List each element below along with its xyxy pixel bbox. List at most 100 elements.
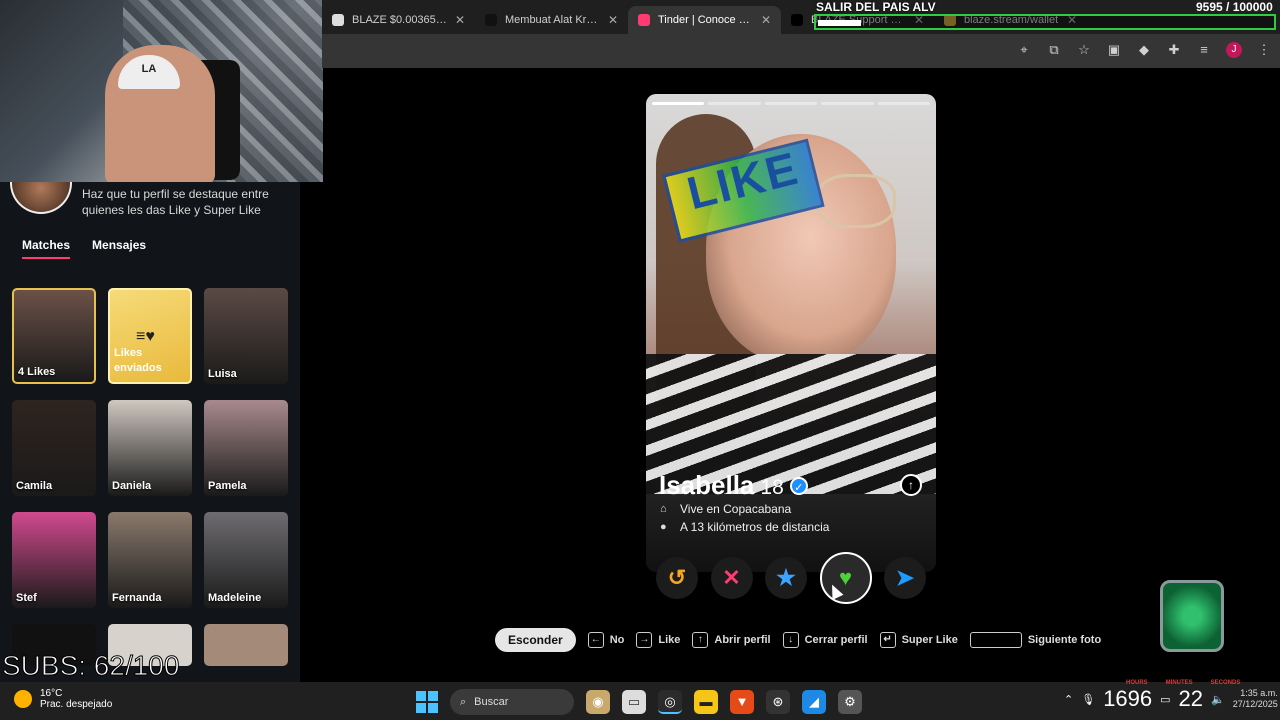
verified-badge-icon: ✓ [789, 476, 808, 495]
app-icon[interactable]: ⊛ [766, 690, 790, 714]
location-icon[interactable]: ⌖ [1016, 42, 1032, 58]
close-icon[interactable]: ✕ [608, 13, 618, 27]
hint-no: No [609, 634, 625, 646]
tinder-sidebar: Haz que tu perfil se destaque entre quie… [0, 182, 300, 682]
location-pin-icon: ● [660, 521, 667, 533]
weather-temp: 16°C [40, 688, 63, 699]
photo-progress-segment[interactable] [652, 102, 705, 105]
profile-card[interactable]: LIKE Isabella 18 ✓ ↑ ⌂ Vive en Copacaban… [646, 94, 936, 572]
coin-jar-overlay [1160, 580, 1224, 652]
brave-icon[interactable]: ▼ [730, 690, 754, 714]
match-name: Fernanda [112, 592, 162, 604]
widget-app-icon[interactable]: ◉ [586, 690, 610, 714]
extension-icon[interactable]: ▣ [1106, 42, 1122, 58]
browser-tab[interactable]: Tinder | Conoce amigo ✕ [628, 6, 781, 34]
label-minutes: MINUTES [1165, 680, 1193, 686]
browser-toolbar: ⌖ ⧉ ☆ ▣ ◆ ✚ ≡ J ⋮ [322, 34, 1280, 68]
match-card[interactable] [204, 624, 288, 666]
bookmark-star-icon[interactable]: ☆ [1076, 42, 1092, 58]
browser-tab[interactable]: BLAZE $0.003650 - BL ✕ [322, 6, 475, 34]
keyboard-hints: Esconder ← No → Like ↑ Abrir perfil ↓ Cerrar… [495, 628, 1101, 652]
goal-progress-bar [814, 14, 1276, 30]
photo-progress-segment[interactable] [877, 102, 931, 105]
tab-matches[interactable]: Matches [22, 238, 71, 259]
likes-card[interactable]: 4 Likes [12, 288, 96, 384]
browser-tab[interactable]: Membuat Alat Kreatif ✕ [475, 6, 628, 34]
task-view-icon[interactable]: ▭ [622, 690, 646, 714]
tiktok-icon [485, 14, 497, 26]
goal-title: SALIR DEL PAIS ALV [816, 0, 936, 14]
wallet-extension-icon[interactable]: ◆ [1136, 42, 1152, 58]
rewind-icon: ↺ [667, 565, 687, 590]
match-card[interactable]: Daniela [108, 400, 192, 496]
photo-progress-segment[interactable] [821, 102, 874, 105]
nope-icon: ✕ [722, 565, 741, 590]
weather-desc: Prac. despejado [40, 699, 113, 710]
right-key-icon: → [636, 632, 653, 648]
match-name: Stef [16, 592, 37, 604]
boost-button[interactable]: ➤ [884, 557, 926, 599]
hint-super: Super Like [901, 634, 958, 646]
weather-widget[interactable]: 16°C Prac. despejado [14, 688, 112, 710]
match-name: Camila [16, 480, 53, 492]
subs-counter: SUBS: 62/100 [1, 650, 180, 682]
match-name: Daniela [112, 480, 152, 492]
tab-title: Tinder | Conoce amigo [658, 14, 753, 26]
profile-distance-text: A 13 kilómetros de distancia [680, 520, 830, 534]
close-icon[interactable]: ✕ [455, 13, 465, 27]
tinder-icon [638, 14, 650, 26]
nope-button[interactable]: ✕ [710, 557, 753, 599]
chevron-up-icon[interactable]: ⌃ [1064, 693, 1073, 706]
cast-icon[interactable]: ⧉ [1046, 42, 1062, 58]
match-card[interactable]: Stef [12, 512, 96, 608]
overlay-number-1: 1696 [1103, 686, 1153, 711]
match-card[interactable]: Pamela [204, 400, 288, 496]
profile-distance: ● A 13 kilómetros de distancia [660, 520, 829, 534]
weather-icon [14, 690, 32, 708]
taskbar-search[interactable]: ⌕ Buscar [450, 689, 574, 715]
hint-like: Like [658, 634, 681, 646]
promo-avatar[interactable] [10, 182, 72, 214]
match-name: Pamela [208, 480, 247, 492]
close-icon[interactable]: ✕ [761, 13, 771, 27]
menu-icon[interactable]: ⋮ [1256, 42, 1272, 58]
media-icon[interactable]: ≡ [1196, 42, 1212, 58]
volume-icon[interactable]: 🔈 [1211, 693, 1225, 706]
match-card[interactable]: Fernanda [108, 512, 192, 608]
network-icon[interactable]: ▭ [1160, 693, 1170, 706]
mic-icon[interactable]: 🎙 [1081, 693, 1095, 706]
open-profile-button[interactable]: ↑ [900, 474, 922, 496]
settings-icon[interactable]: ⚙ [838, 690, 862, 714]
like-button[interactable]: ♥ [819, 552, 872, 604]
blaze-icon [332, 14, 344, 26]
tab-messages[interactable]: Mensajes [92, 238, 146, 259]
system-tray: ⌃ 🎙 1696 ▭ 22 🔈 1:35 a.m. 27/12/2025 57 [1064, 686, 1280, 712]
likes-sent-card[interactable]: ≡♥ Likes enviados [108, 288, 192, 384]
photo-progress-segment[interactable] [764, 102, 818, 105]
rewind-button[interactable]: ↺ [656, 557, 698, 599]
windows-start-icon[interactable] [416, 691, 438, 713]
photo-progress-segment[interactable] [708, 102, 761, 105]
match-card[interactable]: Camila [12, 400, 96, 496]
super-like-button[interactable]: ★ [765, 557, 807, 599]
clock[interactable]: 1:35 a.m. 27/12/2025 [1233, 688, 1278, 710]
down-key-icon: ↓ [782, 632, 799, 648]
chrome-icon[interactable]: ◎ [658, 690, 682, 714]
webcam-overlay: LA [0, 0, 323, 182]
label-hours: HOURS [1126, 680, 1148, 686]
match-name: Madeleine [208, 592, 262, 604]
editor-icon[interactable]: ◢ [802, 690, 826, 714]
profile-avatar[interactable]: J [1226, 42, 1242, 58]
overlay-number-2: 22 [1178, 686, 1204, 711]
hide-hints-button[interactable]: Esconder [495, 628, 576, 652]
hint-next: Siguiente foto [1027, 634, 1102, 646]
match-card[interactable]: Luisa [204, 288, 288, 384]
matches-grid: 4 Likes ≡♥ Likes enviados Luisa Camila Daniel… [12, 288, 292, 666]
puzzle-icon[interactable]: ✚ [1166, 42, 1182, 58]
clock-time: 1:35 a.m. [1240, 688, 1278, 698]
screen: LA BLAZE $0.003650 - BL ✕ Membuat Alat K… [0, 0, 1280, 720]
match-card[interactable]: Madeleine [204, 512, 288, 608]
hint-close: Cerrar perfil [804, 634, 868, 646]
promo-text[interactable]: Haz que tu perfil se destaque entre quie… [82, 186, 292, 218]
file-explorer-icon[interactable]: ▬ [694, 690, 718, 714]
